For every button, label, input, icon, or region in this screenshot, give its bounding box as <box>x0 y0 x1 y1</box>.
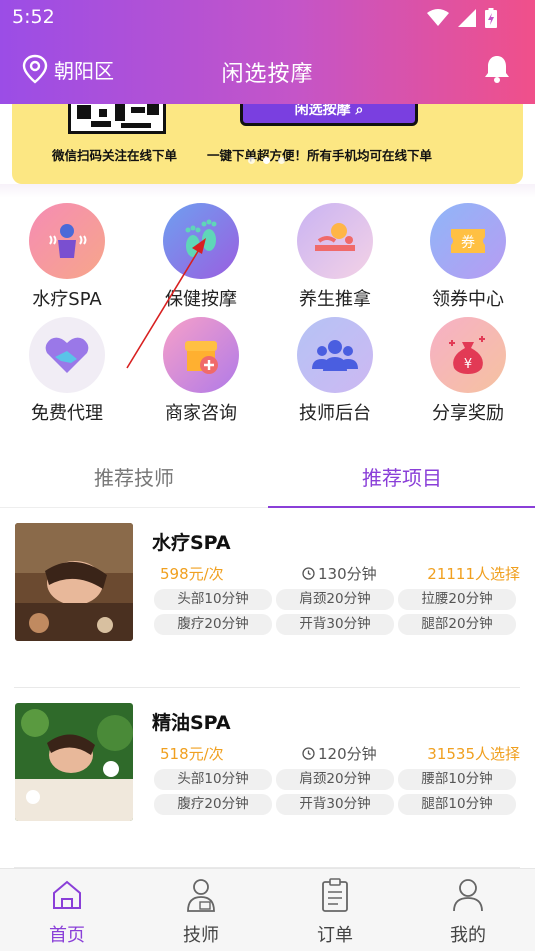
tab-recommended-projects[interactable]: 推荐项目 <box>268 462 535 491</box>
people-icon <box>297 317 373 393</box>
project-tag: 腹疗20分钟 <box>154 614 272 635</box>
carousel-dot[interactable] <box>248 157 255 164</box>
home-icon <box>53 880 81 909</box>
status-time: 5:52 <box>12 6 55 28</box>
signal-icon <box>458 9 476 27</box>
coupon-icon: 券 <box>430 203 506 279</box>
spa-icon <box>29 203 105 279</box>
massage-bed-icon <box>297 203 373 279</box>
grid-item-agent[interactable]: 免费代理 <box>0 317 134 425</box>
tabbar-label: 我的 <box>450 925 486 946</box>
clock-icon <box>302 567 315 580</box>
project-tag: 拉腰20分钟 <box>398 589 516 610</box>
bell-icon[interactable] <box>483 54 511 84</box>
wifi-icon <box>427 9 449 26</box>
banner-button-label: 闲选按摩 <box>294 104 351 118</box>
tabbar-label: 首页 <box>49 925 85 946</box>
section-divider <box>0 184 535 198</box>
grid-label: 领券中心 <box>432 289 504 310</box>
project-price: 598元/次 <box>160 565 224 583</box>
project-title: 水疗SPA <box>152 532 231 554</box>
qr-code <box>68 104 166 134</box>
tabbar-technician[interactable]: 技师 <box>134 877 268 947</box>
grid-label: 商家咨询 <box>165 403 237 424</box>
carousel-dot[interactable] <box>278 157 285 164</box>
project-tag: 肩颈20分钟 <box>276 589 394 610</box>
grid-item-share[interactable]: ¥ 分享奖励 <box>401 317 535 425</box>
grid-label: 水疗SPA <box>32 289 102 310</box>
grid-item-tuina[interactable]: 养生推拿 <box>268 203 402 311</box>
banner-right-text: 一键下单超方便！所有手机均可在线下单 <box>207 148 433 163</box>
money-bag-icon: ¥ <box>430 317 506 393</box>
promo-banner[interactable]: 闲选按摩 ⌕ 微信扫码关注在线下单 一键下单超方便！所有手机均可在线下单 <box>12 104 523 184</box>
banner-search-button[interactable]: 闲选按摩 ⌕ <box>240 104 418 126</box>
grid-item-backend[interactable]: 技师后台 <box>268 317 402 425</box>
carousel-dot-active[interactable] <box>263 157 270 164</box>
project-image <box>15 703 133 821</box>
project-tag: 肩颈20分钟 <box>276 769 394 790</box>
tabbar-label: 技师 <box>183 925 219 946</box>
grid-label: 养生推拿 <box>299 289 371 310</box>
app-header: 5:52 朝阳区 闲选按摩 <box>0 0 535 104</box>
project-duration-text: 120分钟 <box>318 745 377 763</box>
project-image <box>15 523 133 641</box>
battery-icon <box>485 8 497 28</box>
banner-left-text: 微信扫码关注在线下单 <box>52 148 178 163</box>
bottom-tab-bar: 首页 技师 订单 我的 <box>0 868 535 951</box>
project-card[interactable]: 水疗SPA 598元/次 130分钟 21111人选择 头部10分钟 肩颈20分… <box>14 508 520 688</box>
grid-item-coupon[interactable]: 券 领券中心 <box>401 203 535 311</box>
project-tag: 开背30分钟 <box>276 614 394 635</box>
user-icon <box>453 879 483 912</box>
grid-item-spa[interactable]: 水疗SPA <box>0 203 134 311</box>
project-duration: 120分钟 <box>302 743 377 764</box>
tab-recommended-technicians[interactable]: 推荐技师 <box>0 462 268 491</box>
coupon-badge: 券 <box>461 235 475 251</box>
tabbar-profile[interactable]: 我的 <box>401 877 535 947</box>
annotation-arrow <box>126 238 206 369</box>
handshake-icon <box>29 317 105 393</box>
status-bar: 5:52 <box>0 0 535 36</box>
money-badge: ¥ <box>464 357 472 372</box>
technician-icon <box>187 879 215 912</box>
project-duration-text: 130分钟 <box>318 565 377 583</box>
project-card[interactable]: 精油SPA 518元/次 120分钟 31535人选择 头部10分钟 肩颈20分… <box>14 688 520 868</box>
search-icon: ⌕ <box>355 104 364 118</box>
project-title: 精油SPA <box>152 712 231 734</box>
nav-bar: 朝阳区 闲选按摩 <box>0 50 535 92</box>
order-icon <box>322 878 348 912</box>
project-tag: 腹疗20分钟 <box>154 794 272 815</box>
grid-label: 技师后台 <box>299 403 371 424</box>
project-tag: 腿部10分钟 <box>398 794 516 815</box>
project-tag: 头部10分钟 <box>154 589 272 610</box>
project-choose-count: 31535人选择 <box>427 745 520 763</box>
project-tag: 腿部20分钟 <box>398 614 516 635</box>
project-tag: 开背30分钟 <box>276 794 394 815</box>
tabbar-home[interactable]: 首页 <box>0 877 134 947</box>
project-duration: 130分钟 <box>302 563 377 584</box>
page-title: 闲选按摩 <box>221 62 314 87</box>
grid-label: 分享奖励 <box>432 403 504 424</box>
status-icons <box>427 8 497 28</box>
tabbar-label: 订单 <box>317 925 353 946</box>
project-tag: 头部10分钟 <box>154 769 272 790</box>
carousel-dots <box>248 157 285 164</box>
grid-label: 免费代理 <box>31 403 103 424</box>
tabbar-order[interactable]: 订单 <box>268 877 402 947</box>
project-tag: 腰部10分钟 <box>398 769 516 790</box>
recommend-tabs: 推荐技师 推荐项目 <box>0 450 535 508</box>
project-price: 518元/次 <box>160 745 224 763</box>
project-choose-count: 21111人选择 <box>427 565 520 583</box>
clock-icon <box>302 747 315 760</box>
